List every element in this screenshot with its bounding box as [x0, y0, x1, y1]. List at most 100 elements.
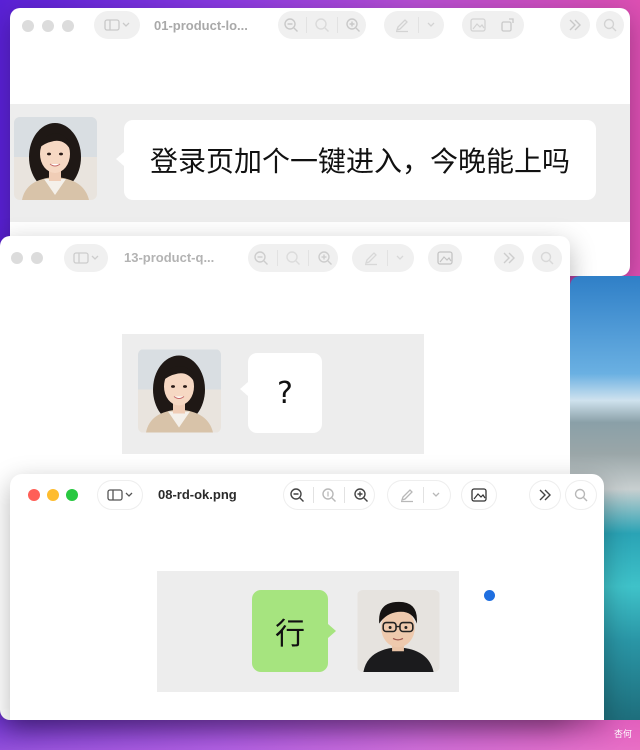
zoom-in-icon	[317, 251, 332, 265]
sidebar-toggle-button[interactable]	[94, 11, 140, 39]
search-button[interactable]	[566, 481, 596, 509]
bubble-tail	[328, 624, 336, 638]
search-icon	[540, 251, 554, 265]
chevron-down-icon	[91, 255, 99, 260]
zoom-in-button[interactable]	[347, 481, 374, 509]
zoom-out-button[interactable]	[248, 244, 275, 272]
more-button[interactable]	[494, 244, 524, 272]
zoom-out-button[interactable]	[284, 481, 311, 509]
chat-row: ?	[122, 334, 424, 454]
rotate-icon	[501, 18, 514, 32]
divider	[306, 17, 307, 33]
chat-row: 行	[157, 571, 459, 692]
markup-icon	[400, 489, 413, 503]
avatar-woman-image	[14, 117, 97, 200]
markup-menu-button[interactable]	[421, 11, 441, 39]
sidebar-icon	[107, 489, 123, 501]
markup-controls	[352, 244, 414, 272]
minimize-button[interactable]	[31, 252, 43, 264]
zoom-in-button[interactable]	[340, 11, 366, 39]
divider	[386, 250, 388, 266]
close-button[interactable]	[22, 20, 34, 32]
chevron-down-icon	[427, 22, 434, 27]
zoom-in-button[interactable]	[311, 244, 338, 272]
image-tools	[462, 11, 524, 39]
minimize-button[interactable]	[47, 489, 59, 501]
actual-size-icon	[286, 251, 300, 265]
zoom-controls	[284, 481, 374, 509]
markup-menu-button[interactable]	[390, 244, 410, 272]
zoom-controls	[278, 11, 366, 39]
avatar	[357, 590, 440, 672]
zoom-controls	[248, 244, 338, 272]
image-adjust-icon	[470, 18, 486, 32]
chevron-down-icon	[125, 492, 133, 497]
sidebar-icon	[73, 252, 89, 264]
close-button[interactable]	[28, 489, 40, 501]
bubble-tail	[116, 152, 124, 166]
zoom-in-icon	[346, 18, 360, 32]
search-button[interactable]	[596, 11, 624, 39]
markup-button[interactable]	[388, 11, 416, 39]
zoom-button[interactable]	[62, 20, 74, 32]
divider	[276, 250, 278, 266]
more-button[interactable]	[530, 481, 560, 509]
actual-size-icon	[322, 488, 336, 502]
divider	[337, 17, 338, 33]
actual-size-button[interactable]	[280, 244, 307, 272]
markup-controls	[384, 11, 444, 39]
titlebar: 08-rd-ok.png	[10, 474, 604, 518]
watermark-text: 杏何	[613, 730, 632, 740]
zoom-out-icon	[254, 251, 269, 265]
window-title: 01-product-lo...	[154, 18, 248, 33]
avatar	[138, 349, 221, 433]
zoom-button[interactable]	[66, 489, 78, 501]
reply-bubble: 行	[252, 590, 328, 672]
preview-window-08[interactable]: 08-rd-ok.png 行	[10, 474, 604, 720]
adjust-button[interactable]	[464, 11, 492, 39]
minimize-button[interactable]	[42, 20, 54, 32]
status-dot	[484, 590, 495, 601]
actual-size-button[interactable]	[309, 11, 335, 39]
image-adjust-icon	[437, 251, 453, 265]
sidebar-toggle-button[interactable]	[64, 244, 108, 272]
divider	[308, 250, 310, 266]
zoom-out-button[interactable]	[278, 11, 304, 39]
more-icon	[539, 489, 551, 501]
chat-row: 登录页加个一键进入，今晚能上吗	[10, 104, 630, 222]
divider	[312, 487, 314, 503]
close-button[interactable]	[11, 252, 23, 264]
rotate-button[interactable]	[494, 11, 522, 39]
zoom-in-icon	[353, 488, 368, 502]
sidebar-toggle-button[interactable]	[98, 481, 142, 509]
message-text: 登录页加个一键进入，今晚能上吗	[149, 145, 570, 178]
reply-text: 行	[275, 617, 305, 652]
message-bubble: ?	[248, 353, 322, 433]
actual-size-button[interactable]	[316, 481, 343, 509]
divider	[422, 487, 424, 503]
image-adjust-icon	[471, 488, 487, 502]
divider	[344, 487, 346, 503]
search-icon	[603, 18, 617, 32]
actual-size-icon	[315, 18, 329, 32]
message-bubble: 登录页加个一键进入，今晚能上吗	[124, 120, 596, 200]
divider	[417, 17, 419, 33]
markup-button[interactable]	[393, 481, 421, 509]
chevron-down-icon	[122, 22, 130, 27]
markup-controls	[388, 481, 450, 509]
avatar	[14, 117, 97, 200]
markup-icon	[364, 252, 377, 266]
sidebar-icon	[104, 19, 120, 31]
avatar-woman-image	[138, 349, 221, 433]
titlebar: 01-product-lo...	[10, 8, 630, 44]
adjust-button[interactable]	[462, 481, 496, 509]
window-title: 13-product-q...	[124, 250, 215, 265]
markup-menu-button[interactable]	[426, 481, 446, 509]
more-icon	[503, 252, 515, 264]
markup-button[interactable]	[357, 244, 385, 272]
adjust-button[interactable]	[428, 244, 462, 272]
zoom-out-icon	[290, 488, 305, 502]
markup-icon	[395, 19, 408, 33]
search-button[interactable]	[532, 244, 562, 272]
more-button[interactable]	[560, 11, 590, 39]
